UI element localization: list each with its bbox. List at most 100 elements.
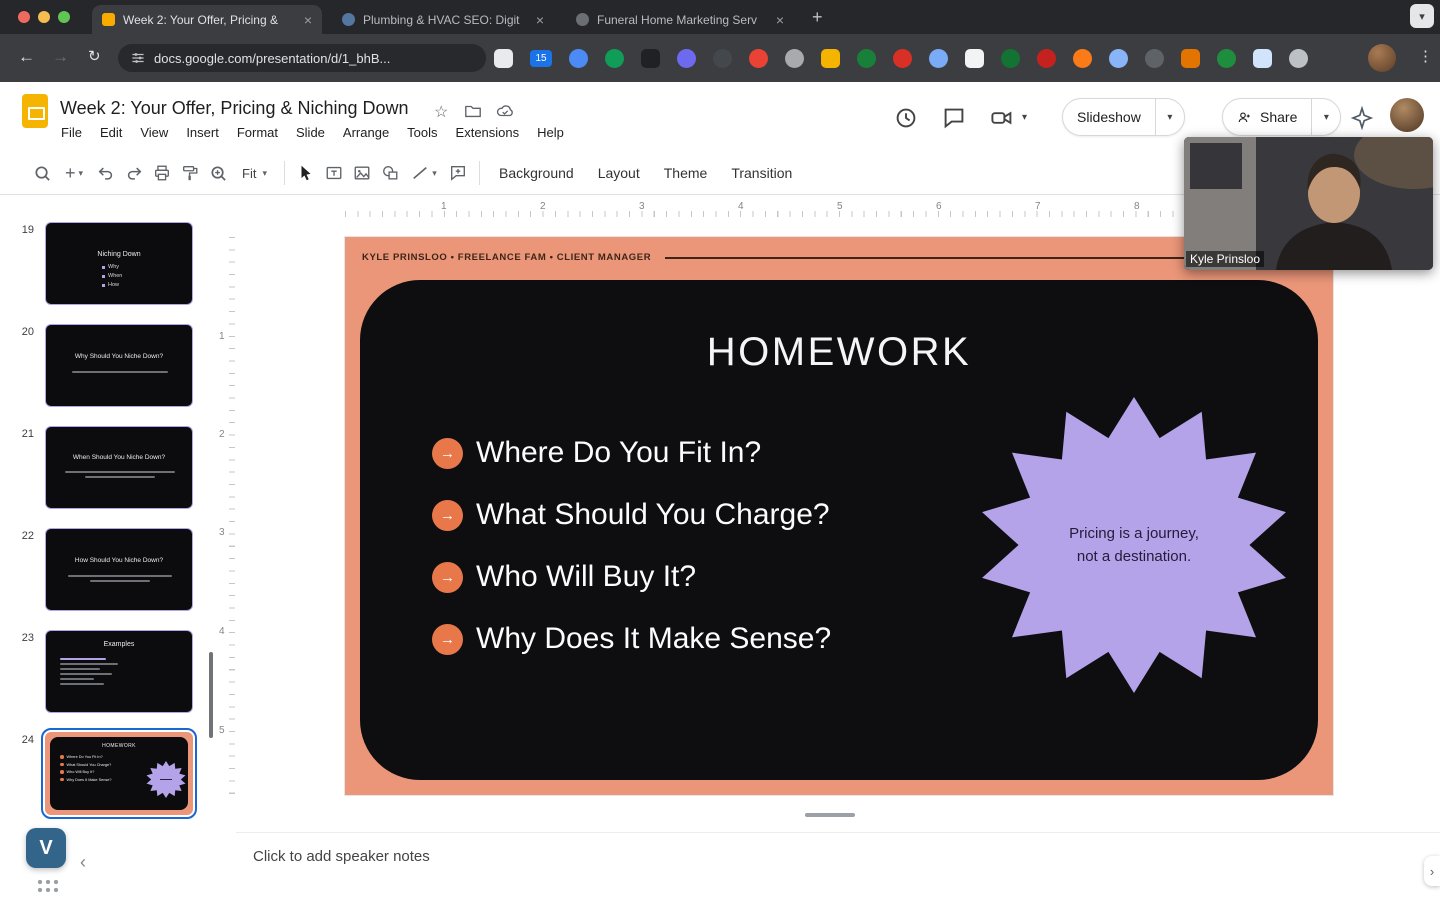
extension-icon[interactable]	[1001, 48, 1020, 68]
notes-divider[interactable]	[236, 832, 1440, 833]
slideshow-dropdown-icon[interactable]: ▾	[1156, 112, 1184, 123]
menu-file[interactable]: File	[52, 122, 91, 143]
extension-icon[interactable]	[965, 48, 984, 68]
extension-icon[interactable]	[893, 48, 912, 68]
extensions-puzzle-icon[interactable]	[1289, 48, 1308, 68]
canvas-horizontal-scrollbar[interactable]	[805, 813, 855, 817]
paint-format-icon[interactable]	[176, 159, 204, 187]
extension-icon[interactable]	[1037, 48, 1056, 68]
extension-icon[interactable]	[1109, 48, 1128, 68]
new-slide-button[interactable]: + ▾	[56, 159, 92, 187]
gemini-sparkle-icon[interactable]	[1350, 106, 1374, 130]
slide-black-box[interactable]: HOMEWORK → Where Do You Fit In? → What Sho…	[360, 280, 1318, 780]
undo-button[interactable]	[92, 159, 120, 187]
extension-icon[interactable]	[1181, 48, 1200, 68]
browser-tab-plumbing[interactable]: Plumbing & HVAC SEO: Digit ×	[332, 5, 554, 34]
address-bar[interactable]: docs.google.com/presentation/d/1_bhB...	[118, 44, 486, 72]
menu-view[interactable]: View	[131, 122, 177, 143]
menu-arrange[interactable]: Arrange	[334, 122, 398, 143]
zoom-icon[interactable]	[204, 159, 232, 187]
extension-icon[interactable]: 15	[530, 49, 552, 67]
share-dropdown-icon[interactable]: ▾	[1312, 112, 1340, 123]
extension-icon[interactable]	[785, 48, 804, 68]
search-menus-icon[interactable]	[28, 159, 56, 187]
speaker-notes-placeholder[interactable]: Click to add speaker notes	[253, 848, 430, 865]
slide-title[interactable]: HOMEWORK	[360, 330, 1318, 375]
extension-icon[interactable]	[677, 48, 696, 68]
extension-icon[interactable]	[1253, 48, 1272, 68]
back-button[interactable]: ←	[18, 47, 35, 67]
bullet-row[interactable]: → Who Will Buy It?	[432, 560, 831, 594]
vimeo-record-button[interactable]: V	[26, 828, 66, 868]
insert-comment-icon[interactable]	[444, 159, 472, 187]
slide-thumbnail-24-selected[interactable]: HOMEWORK Where Do You Fit In? What Shoul…	[41, 728, 197, 819]
slides-logo-icon[interactable]	[22, 94, 48, 128]
new-tab-button[interactable]: +	[812, 7, 823, 28]
move-folder-icon[interactable]	[464, 102, 482, 120]
slide-bullet-list[interactable]: → Where Do You Fit In? → What Should You C…	[432, 436, 831, 656]
extension-icon[interactable]	[713, 48, 732, 68]
transition-button[interactable]: Transition	[719, 165, 804, 181]
drag-handle-dots-icon[interactable]	[36, 878, 60, 894]
slide-thumbnail-22[interactable]: How Should You Niche Down?	[45, 528, 193, 611]
slide-thumbnail-23[interactable]: Examples	[45, 630, 193, 713]
window-minimize-button[interactable]	[38, 11, 50, 23]
text-box-icon[interactable]	[320, 159, 348, 187]
comments-icon[interactable]	[942, 106, 966, 130]
meet-dropdown-icon[interactable]: ▾	[1022, 112, 1027, 123]
extension-icon[interactable]	[641, 48, 660, 68]
browser-tab-funeral[interactable]: Funeral Home Marketing Serv ×	[566, 5, 794, 34]
forward-button[interactable]: →	[52, 47, 69, 67]
cloud-saved-icon[interactable]	[496, 102, 514, 120]
bullet-row[interactable]: → Why Does It Make Sense?	[432, 622, 831, 656]
extension-icon[interactable]	[929, 48, 948, 68]
extension-icon[interactable]	[1217, 48, 1236, 68]
version-history-icon[interactable]	[894, 106, 918, 130]
webcam-overlay[interactable]: Kyle Prinsloo	[1184, 137, 1433, 270]
starburst-shape[interactable]: Pricing is a journey, not a destination.	[982, 397, 1286, 693]
tab-close-icon[interactable]: ×	[304, 13, 312, 27]
insert-image-icon[interactable]	[348, 159, 376, 187]
insert-shape-icon[interactable]	[376, 159, 404, 187]
extension-icon[interactable]	[569, 48, 588, 68]
menu-edit[interactable]: Edit	[91, 122, 131, 143]
layout-button[interactable]: Layout	[586, 165, 652, 181]
insert-line-icon[interactable]: ▾	[404, 159, 444, 187]
slide-eyebrow-text[interactable]: KYLE PRINSLOO • FREELANCE FAM • CLIENT M…	[362, 252, 651, 263]
extension-icon[interactable]	[1145, 48, 1164, 68]
bullet-row[interactable]: → What Should You Charge?	[432, 498, 831, 532]
theme-button[interactable]: Theme	[652, 165, 720, 181]
collapse-chevron-icon[interactable]: ‹	[80, 852, 86, 873]
browser-profile-avatar[interactable]	[1368, 44, 1396, 72]
window-close-button[interactable]	[18, 11, 30, 23]
window-zoom-button[interactable]	[58, 11, 70, 23]
select-tool-icon[interactable]	[292, 159, 320, 187]
extension-icon[interactable]	[821, 48, 840, 68]
side-panel-chevron[interactable]: ›	[1424, 856, 1440, 886]
menu-format[interactable]: Format	[228, 122, 287, 143]
background-button[interactable]: Background	[487, 165, 586, 181]
browser-tab-slides[interactable]: Week 2: Your Offer, Pricing & ×	[92, 5, 322, 34]
menu-extensions[interactable]: Extensions	[447, 122, 529, 143]
site-settings-icon[interactable]	[131, 51, 145, 65]
bullet-row[interactable]: → Where Do You Fit In?	[432, 436, 831, 470]
tab-close-icon[interactable]: ×	[536, 13, 544, 27]
slide-thumbnail-20[interactable]: Why Should You Niche Down?	[45, 324, 193, 407]
redo-button[interactable]	[120, 159, 148, 187]
star-document-icon[interactable]: ☆	[434, 102, 448, 122]
extension-icon[interactable]	[1073, 48, 1092, 68]
menu-help[interactable]: Help	[528, 122, 573, 143]
slide-canvas[interactable]: KYLE PRINSLOO • FREELANCE FAM • CLIENT M…	[345, 237, 1333, 795]
document-title[interactable]: Week 2: Your Offer, Pricing & Niching Do…	[60, 98, 409, 119]
reload-button[interactable]: ↻	[88, 47, 101, 65]
meet-videocam-icon[interactable]	[990, 106, 1014, 130]
tab-search-chevron-icon[interactable]: ▾	[1410, 4, 1434, 28]
tab-close-icon[interactable]: ×	[776, 13, 784, 27]
extension-icon[interactable]	[605, 48, 624, 68]
filmstrip-scrollbar[interactable]	[209, 652, 213, 738]
menu-slide[interactable]: Slide	[287, 122, 334, 143]
print-icon[interactable]	[148, 159, 176, 187]
slide-thumbnail-21[interactable]: When Should You Niche Down?	[45, 426, 193, 509]
slide-thumbnail-19[interactable]: Niching Down Why When How	[45, 222, 193, 305]
share-button[interactable]: Share	[1223, 99, 1311, 135]
